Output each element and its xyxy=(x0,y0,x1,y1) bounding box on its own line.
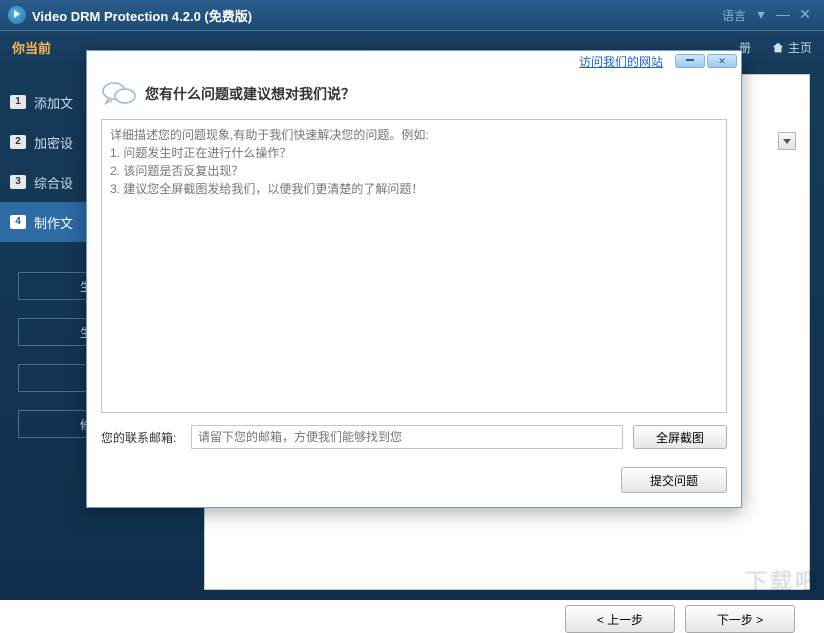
step-num: 1 xyxy=(10,95,26,109)
email-label: 您的联系邮箱: xyxy=(101,429,181,446)
app-icon xyxy=(8,6,26,24)
visit-website-link[interactable]: 访问我们的网站 xyxy=(579,53,663,70)
email-row: 您的联系邮箱: 全屏截图 xyxy=(101,425,727,449)
dialog-title: 您有什么问题或建议想对我们说？ xyxy=(145,84,355,104)
language-label[interactable]: 语言 xyxy=(722,7,746,24)
email-input[interactable] xyxy=(191,425,623,449)
step-label: 综合设 xyxy=(34,173,73,192)
description-textarea[interactable] xyxy=(101,119,727,413)
step-label: 加密设 xyxy=(34,133,73,152)
dialog-minimize-button[interactable] xyxy=(675,54,705,68)
minimize-button[interactable]: — xyxy=(772,6,794,24)
next-button[interactable]: 下一步 > xyxy=(685,605,795,633)
close-button[interactable]: ✕ xyxy=(794,6,816,24)
step-label: 添加文 xyxy=(34,93,73,112)
dialog-header: 您有什么问题或建议想对我们说？ xyxy=(87,71,741,119)
step-label: 制作文 xyxy=(34,213,73,232)
titlebar: Video DRM Protection 4.2.0 (免费版) 语言 ▾ — … xyxy=(0,0,824,30)
submit-button[interactable]: 提交问题 xyxy=(621,467,727,493)
chat-icon xyxy=(101,79,137,109)
feedback-dialog: 访问我们的网站 您有什么问题或建议想对我们说？ 您的联系邮箱: 全屏截图 提交问… xyxy=(86,50,742,508)
wizard-bar: < 上一步 下一步 > xyxy=(565,605,795,633)
header-prefix: 你当前 xyxy=(12,38,51,57)
step-num: 4 xyxy=(10,215,26,229)
step-num: 2 xyxy=(10,135,26,149)
prev-button[interactable]: < 上一步 xyxy=(565,605,675,633)
header-link-home[interactable]: 主页 xyxy=(771,39,812,56)
dialog-close-button[interactable] xyxy=(707,54,737,68)
dialog-titlebar: 访问我们的网站 xyxy=(87,51,741,71)
language-dropdown-icon[interactable]: ▾ xyxy=(750,6,772,24)
dropdown-arrow[interactable] xyxy=(778,132,796,150)
dialog-body: 您的联系邮箱: 全屏截图 xyxy=(87,119,741,457)
dialog-footer: 提交问题 xyxy=(87,457,741,507)
home-icon xyxy=(771,41,785,55)
step-num: 3 xyxy=(10,175,26,189)
header-home-label: 主页 xyxy=(788,39,812,56)
screenshot-button[interactable]: 全屏截图 xyxy=(633,425,727,449)
app-title: Video DRM Protection 4.2.0 (免费版) xyxy=(32,6,722,25)
